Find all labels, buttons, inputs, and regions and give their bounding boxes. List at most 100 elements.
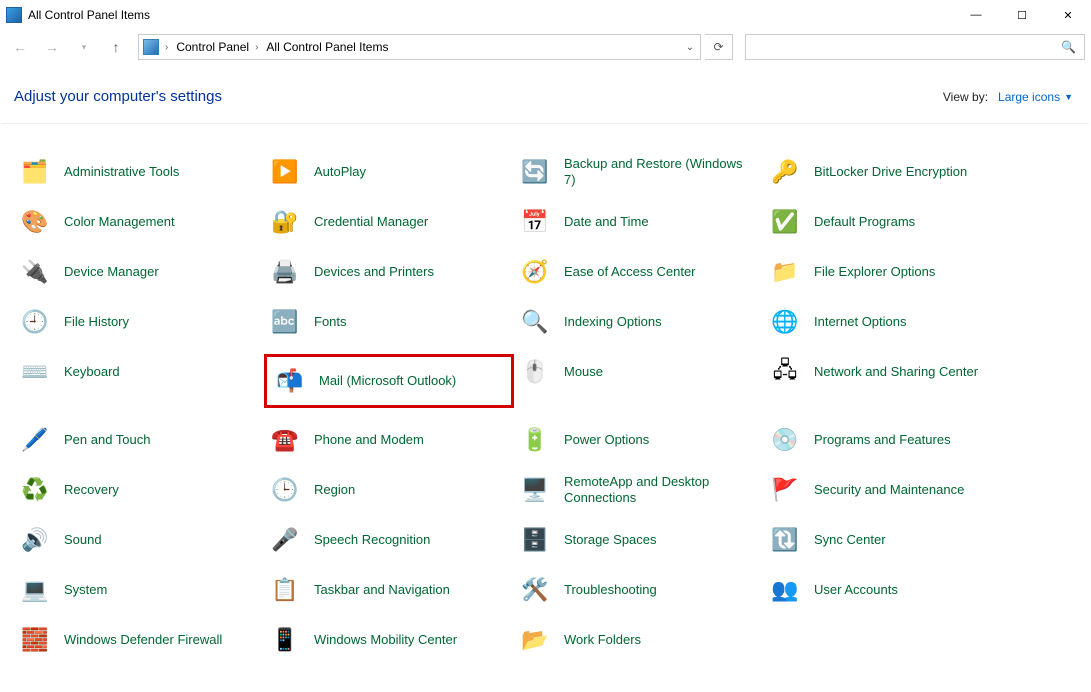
control-panel-item[interactable]: 📁File Explorer Options <box>764 254 1014 290</box>
control-panel-item[interactable]: 🖨️Devices and Printers <box>264 254 514 290</box>
control-panel-item[interactable]: 📋Taskbar and Navigation <box>264 572 514 608</box>
item-label: Default Programs <box>814 214 915 230</box>
item-label: Phone and Modem <box>314 432 424 448</box>
credential-manager-icon: 🔐 <box>268 205 302 239</box>
close-button[interactable]: ✕ <box>1045 0 1091 30</box>
control-panel-item[interactable]: 🌐Internet Options <box>764 304 1014 340</box>
item-label: Fonts <box>314 314 347 330</box>
control-panel-item[interactable]: 🔃Sync Center <box>764 522 1014 558</box>
item-label: File History <box>64 314 129 330</box>
device-manager-icon: 🔌 <box>18 255 52 289</box>
control-panel-item[interactable]: 🧱Windows Defender Firewall <box>14 622 264 658</box>
item-label: BitLocker Drive Encryption <box>814 164 967 180</box>
control-panel-item[interactable]: 🧭Ease of Access Center <box>514 254 764 290</box>
remoteapp-icon: 🖥️ <box>518 473 552 507</box>
search-icon: 🔍 <box>1061 40 1076 54</box>
control-panel-item[interactable]: 🚩Security and Maintenance <box>764 472 1014 508</box>
item-label: Indexing Options <box>564 314 662 330</box>
control-panel-item[interactable]: ▶️ AutoPlay <box>264 154 514 190</box>
control-panel-item[interactable]: 📱Windows Mobility Center <box>264 622 514 658</box>
bitlocker-icon: 🔑 <box>768 155 802 189</box>
pen-touch-icon: 🖊️ <box>18 423 52 457</box>
back-button[interactable]: ← <box>6 33 34 61</box>
chevron-right-icon[interactable]: › <box>163 42 172 53</box>
storage-spaces-icon: 🗄️ <box>518 523 552 557</box>
item-label: AutoPlay <box>314 164 366 180</box>
system-icon: 💻 <box>18 573 52 607</box>
minimize-button[interactable]: ― <box>953 0 999 30</box>
control-panel-item[interactable]: 🔤Fonts <box>264 304 514 340</box>
control-panel-item[interactable]: 🔌 Device Manager <box>14 254 264 290</box>
recent-locations-dropdown[interactable]: ▾ <box>70 33 98 61</box>
control-panel-item[interactable]: ♻️Recovery <box>14 472 264 508</box>
control-panel-item[interactable]: 🖊️ Pen and Touch <box>14 422 264 458</box>
control-panel-item[interactable]: ✅Default Programs <box>764 204 1014 240</box>
backup-restore-icon: 🔄 <box>518 155 552 189</box>
devices-printers-icon: 🖨️ <box>268 255 302 289</box>
control-panel-item[interactable]: 🔐Credential Manager <box>264 204 514 240</box>
control-panel-item[interactable]: 📅Date and Time <box>514 204 764 240</box>
control-panel-item[interactable]: 🕒Region <box>264 472 514 508</box>
item-label: Device Manager <box>64 264 159 280</box>
control-panel-item[interactable]: 🎨Color Management <box>14 204 264 240</box>
item-label: Administrative Tools <box>64 164 179 180</box>
control-panel-item[interactable]: 🗂️ Administrative Tools <box>14 154 264 190</box>
item-label: Windows Mobility Center <box>314 632 457 648</box>
control-panel-item[interactable]: 🔋Power Options <box>514 422 764 458</box>
item-label: Troubleshooting <box>564 582 657 598</box>
control-panel-item[interactable]: 🔄Backup and Restore (Windows 7) <box>514 154 764 190</box>
phone-modem-icon: ☎️ <box>268 423 302 457</box>
control-panel-item[interactable]: 🖧 Network and Sharing Center <box>764 354 1014 390</box>
control-panel-item[interactable]: ⌨️Keyboard <box>14 354 264 390</box>
window-controls: ― ☐ ✕ <box>953 0 1091 30</box>
control-panel-item[interactable]: ☎️ Phone and Modem <box>264 422 514 458</box>
view-by-label: View by: <box>943 90 988 104</box>
breadcrumb-control-panel[interactable]: Control Panel <box>174 38 251 56</box>
control-panel-item[interactable]: 📂Work Folders <box>514 622 764 658</box>
power-options-icon: 🔋 <box>518 423 552 457</box>
control-panel-item[interactable]: 🔍 Indexing Options <box>514 304 764 340</box>
chevron-right-icon[interactable]: › <box>253 42 262 53</box>
file-history-icon: 🕘 <box>18 305 52 339</box>
forward-button[interactable]: → <box>38 33 66 61</box>
search-input[interactable]: 🔍 <box>745 34 1085 60</box>
control-panel-item[interactable]: 💿Programs and Features <box>764 422 1014 458</box>
titlebar: All Control Panel Items ― ☐ ✕ <box>0 0 1091 30</box>
control-panel-item[interactable]: 🕘 File History <box>14 304 264 340</box>
item-label: Pen and Touch <box>64 432 151 448</box>
refresh-button[interactable]: ⟳ <box>705 34 733 60</box>
item-label: Date and Time <box>564 214 649 230</box>
control-panel-item[interactable]: 🛠️Troubleshooting <box>514 572 764 608</box>
file-explorer-options-icon: 📁 <box>768 255 802 289</box>
admin-tools-icon: 🗂️ <box>18 155 52 189</box>
speech-recognition-icon: 🎤 <box>268 523 302 557</box>
autoplay-icon: ▶️ <box>268 155 302 189</box>
control-panel-item[interactable]: 🖥️RemoteApp and Desktop Connections <box>514 472 764 508</box>
indexing-options-icon: 🔍 <box>518 305 552 339</box>
network-sharing-icon: 🖧 <box>768 355 802 389</box>
control-panel-item[interactable]: 📬Mail (Microsoft Outlook) <box>264 354 514 408</box>
recovery-icon: ♻️ <box>18 473 52 507</box>
maximize-button[interactable]: ☐ <box>999 0 1045 30</box>
control-panel-item[interactable]: 🔊Sound <box>14 522 264 558</box>
breadcrumb-root-icon <box>143 39 159 55</box>
control-panel-item[interactable]: 🔑 BitLocker Drive Encryption <box>764 154 1014 190</box>
breadcrumb-current[interactable]: All Control Panel Items <box>264 38 390 56</box>
up-button[interactable]: ↑ <box>102 33 130 61</box>
item-label: Network and Sharing Center <box>814 364 978 380</box>
control-panel-item[interactable]: 💻 System <box>14 572 264 608</box>
item-label: System <box>64 582 107 598</box>
control-panel-item[interactable]: 🖱️Mouse <box>514 354 764 390</box>
view-by: View by: Large icons ▼ <box>943 90 1073 104</box>
keyboard-icon: ⌨️ <box>18 355 52 389</box>
control-panel-item[interactable]: 🎤Speech Recognition <box>264 522 514 558</box>
taskbar-navigation-icon: 📋 <box>268 573 302 607</box>
address-dropdown[interactable]: ⌄ <box>680 42 700 53</box>
mail-icon: 📬 <box>273 364 307 398</box>
item-label: Work Folders <box>564 632 641 648</box>
control-panel-item[interactable]: 👥User Accounts <box>764 572 1014 608</box>
view-by-dropdown[interactable]: Large icons ▼ <box>998 90 1073 104</box>
address-bar[interactable]: › Control Panel › All Control Panel Item… <box>138 34 701 60</box>
window-icon <box>6 7 22 23</box>
control-panel-item[interactable]: 🗄️Storage Spaces <box>514 522 764 558</box>
